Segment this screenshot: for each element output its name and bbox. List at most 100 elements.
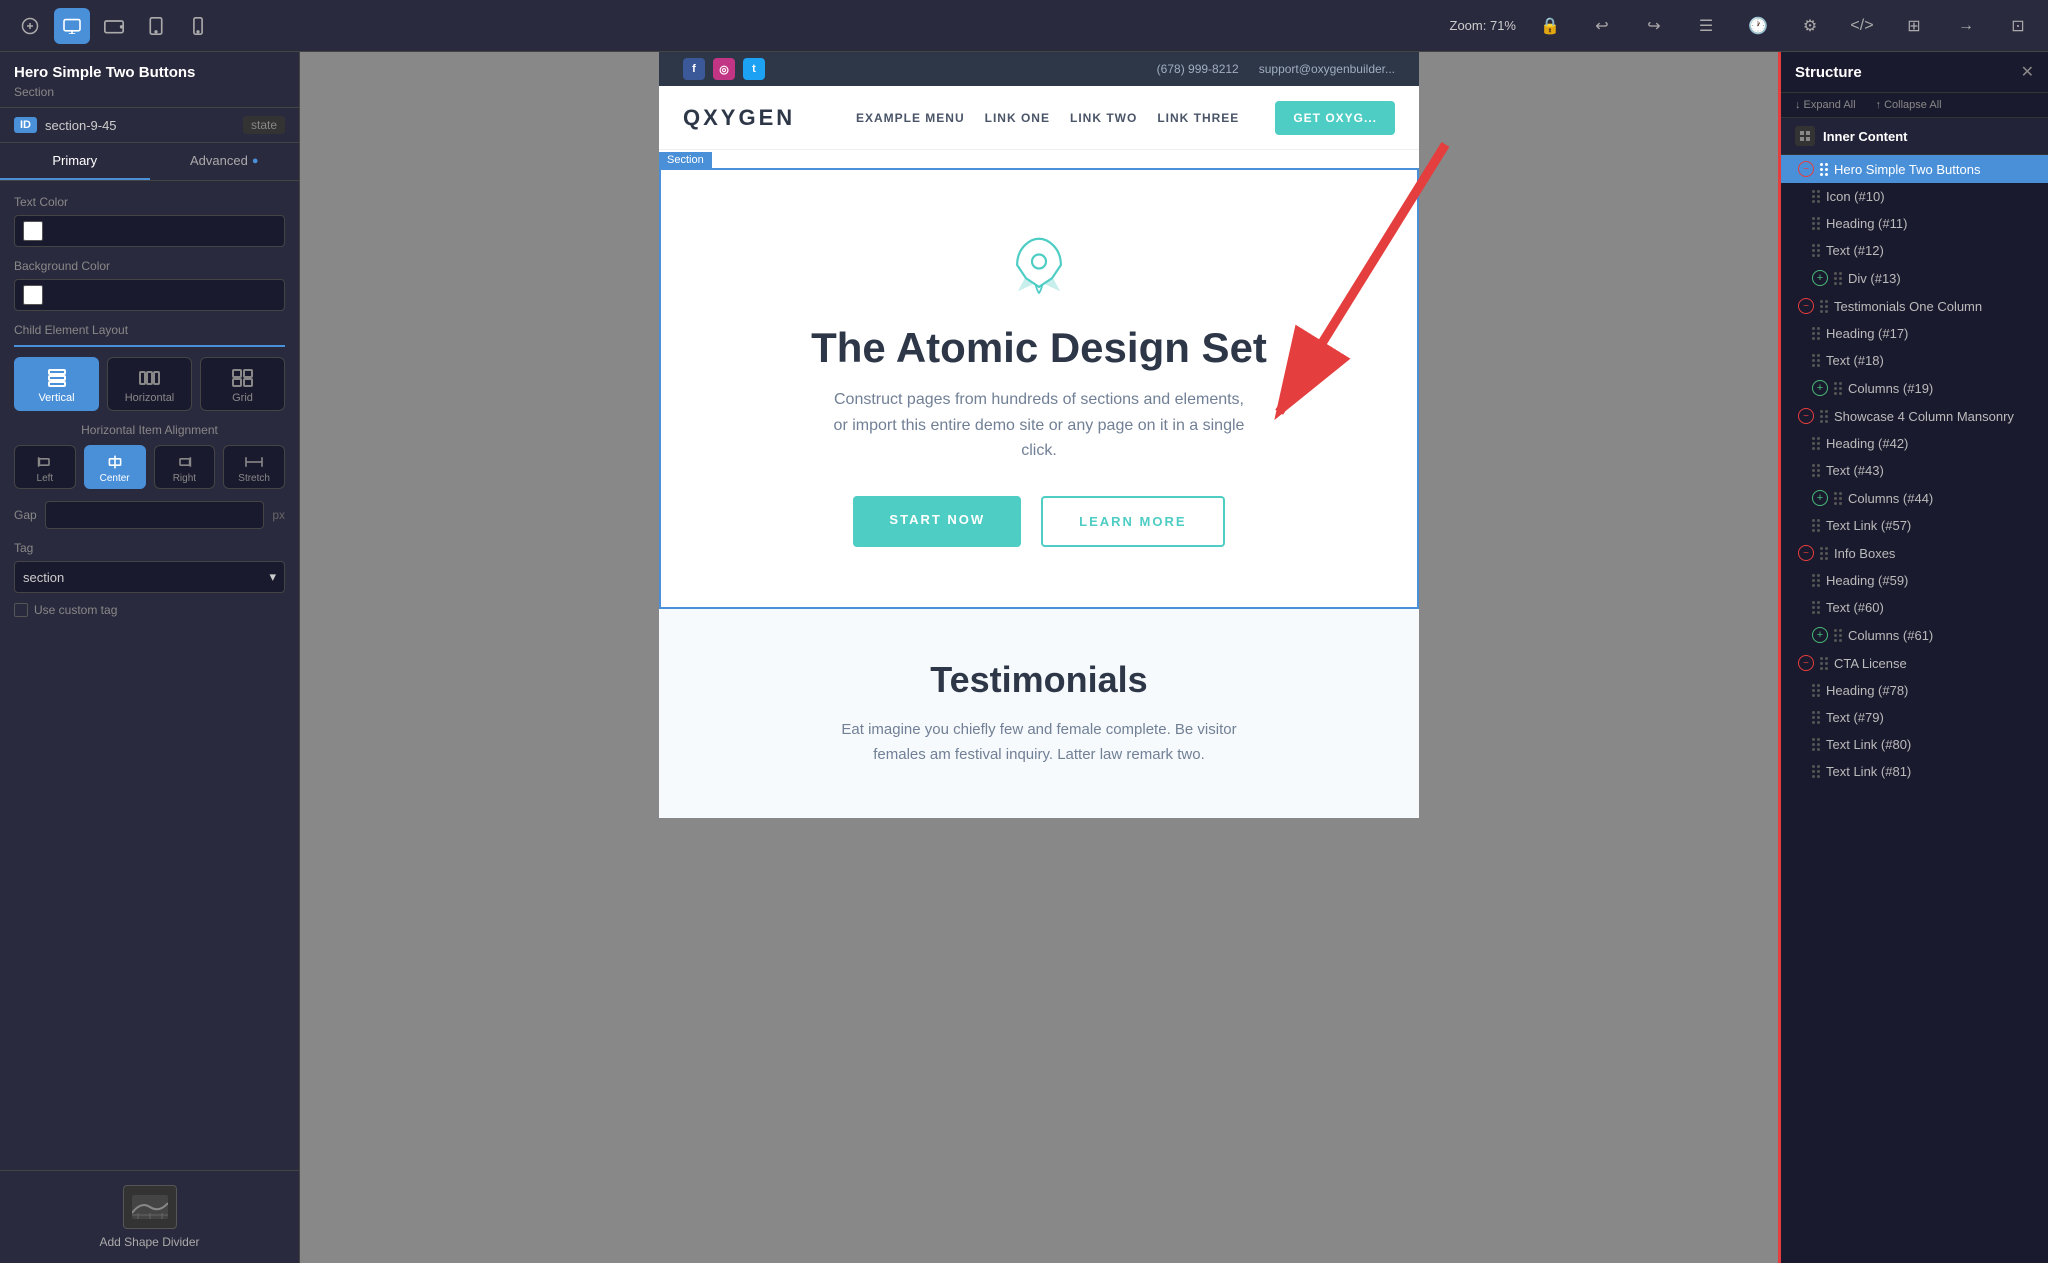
drag-handle-text60[interactable] — [1812, 601, 1820, 614]
drag-handle-heading17[interactable] — [1812, 327, 1820, 340]
tag-select[interactable]: section ▾ — [14, 561, 285, 593]
drag-handle-text18[interactable] — [1812, 354, 1820, 367]
gap-input[interactable] — [45, 501, 265, 529]
drag-handle-text12[interactable] — [1812, 244, 1820, 257]
drag-handle-columns44[interactable] — [1834, 492, 1842, 505]
structure-item-text12[interactable]: Text (#12) — [1781, 237, 2048, 264]
collapse-testimonials-button[interactable]: − — [1798, 298, 1814, 314]
bg-color-swatch[interactable] — [23, 285, 43, 305]
structure-close-button[interactable]: ✕ — [2021, 62, 2034, 82]
structure-item-columns61[interactable]: + Columns (#61) — [1781, 621, 2048, 649]
align-right-button[interactable]: Right — [154, 445, 216, 489]
nav-link-one[interactable]: LINK ONE — [985, 111, 1050, 125]
hero-primary-button[interactable]: START NOW — [853, 496, 1021, 547]
layout-vertical-button[interactable]: Vertical — [14, 357, 99, 411]
settings-button[interactable]: ⚙ — [1792, 8, 1828, 44]
drag-handle-text79[interactable] — [1812, 711, 1820, 724]
structure-item-text18[interactable]: Text (#18) — [1781, 347, 2048, 374]
undo-button[interactable]: ↩ — [1584, 8, 1620, 44]
structure-item-text43[interactable]: Text (#43) — [1781, 457, 2048, 484]
menu-button[interactable]: ☰ — [1688, 8, 1724, 44]
align-left-button[interactable]: Left — [14, 445, 76, 489]
structure-item-icon10[interactable]: Icon (#10) — [1781, 183, 2048, 210]
collapse-div13-button[interactable]: + — [1812, 270, 1828, 286]
structure-item-hero[interactable]: − Hero Simple Two Buttons — [1781, 155, 2048, 183]
facebook-icon[interactable]: f — [683, 58, 705, 80]
custom-tag-checkbox[interactable] — [14, 603, 28, 617]
structure-item-heading42[interactable]: Heading (#42) — [1781, 430, 2048, 457]
collapse-ctalicense-button[interactable]: − — [1798, 655, 1814, 671]
drag-handle-columns61[interactable] — [1834, 629, 1842, 642]
structure-item-textlink57[interactable]: Text Link (#57) — [1781, 512, 2048, 539]
text-color-input[interactable] — [14, 215, 285, 247]
structure-item-columns44[interactable]: + Columns (#44) — [1781, 484, 2048, 512]
collapse-infoboxes-button[interactable]: − — [1798, 545, 1814, 561]
drag-handle-heading42[interactable] — [1812, 437, 1820, 450]
nav-cta-button[interactable]: GET OXYG... — [1275, 101, 1395, 135]
tablet-landscape-button[interactable] — [96, 8, 132, 44]
collapse-columns19-button[interactable]: + — [1812, 380, 1828, 396]
drag-handle-hero[interactable] — [1820, 163, 1828, 176]
drag-handle-showcase[interactable] — [1820, 410, 1828, 423]
desktop-view-button[interactable] — [54, 8, 90, 44]
drag-handle-testimonials[interactable] — [1820, 300, 1828, 313]
drag-handle-infoboxes[interactable] — [1820, 547, 1828, 560]
history-button[interactable]: 🕐 — [1740, 8, 1776, 44]
hero-secondary-button[interactable]: LEARN MORE — [1041, 496, 1224, 547]
drag-handle-ctalicense[interactable] — [1820, 657, 1828, 670]
collapse-all-button[interactable]: ↑ Collapse All — [1876, 99, 1942, 111]
structure-item-infoboxes[interactable]: − Info Boxes — [1781, 539, 2048, 567]
collapse-hero-button[interactable]: − — [1798, 161, 1814, 177]
expand-all-button[interactable]: ↓ Expand All — [1795, 99, 1856, 111]
structure-item-showcase[interactable]: − Showcase 4 Column Mansonry — [1781, 402, 2048, 430]
structure-item-columns19[interactable]: + Columns (#19) — [1781, 374, 2048, 402]
collapse-columns44-button[interactable]: + — [1812, 490, 1828, 506]
drag-handle-heading59[interactable] — [1812, 574, 1820, 587]
drag-handle-textlink80[interactable] — [1812, 738, 1820, 751]
bg-color-input[interactable] — [14, 279, 285, 311]
add-shape-divider-button[interactable]: Add Shape Divider — [0, 1170, 299, 1263]
nav-link-two[interactable]: LINK TWO — [1070, 111, 1137, 125]
structure-item-heading59[interactable]: Heading (#59) — [1781, 567, 2048, 594]
text-color-swatch[interactable] — [23, 221, 43, 241]
drag-handle-div13[interactable] — [1834, 272, 1842, 285]
structure-item-textlink80[interactable]: Text Link (#80) — [1781, 731, 2048, 758]
tablet-button[interactable] — [138, 8, 174, 44]
layout-horizontal-button[interactable]: Horizontal — [107, 357, 192, 411]
grid-button[interactable]: ⊞ — [1896, 8, 1932, 44]
structure-item-testimonials[interactable]: − Testimonials One Column — [1781, 292, 2048, 320]
structure-item-text79[interactable]: Text (#79) — [1781, 704, 2048, 731]
drag-handle-heading78[interactable] — [1812, 684, 1820, 697]
collapse-columns61-button[interactable]: + — [1812, 627, 1828, 643]
structure-item-div13[interactable]: + Div (#13) — [1781, 264, 2048, 292]
collapse-showcase-button[interactable]: − — [1798, 408, 1814, 424]
drag-handle-heading11[interactable] — [1812, 217, 1820, 230]
structure-item-heading11[interactable]: Heading (#11) — [1781, 210, 2048, 237]
structure-item-text60[interactable]: Text (#60) — [1781, 594, 2048, 621]
state-badge[interactable]: state — [243, 116, 285, 134]
instagram-icon[interactable]: ◎ — [713, 58, 735, 80]
drag-handle-textlink81[interactable] — [1812, 765, 1820, 778]
align-stretch-button[interactable]: Stretch — [223, 445, 285, 489]
nav-link-example[interactable]: EXAMPLE MENU — [856, 111, 965, 125]
code-button[interactable]: </> — [1844, 8, 1880, 44]
arrow-button[interactable]: → — [1948, 8, 1984, 44]
twitter-icon[interactable]: t — [743, 58, 765, 80]
drag-handle-columns19[interactable] — [1834, 382, 1842, 395]
tab-advanced[interactable]: Advanced ● — [150, 143, 300, 180]
drag-handle-textlink57[interactable] — [1812, 519, 1820, 532]
add-element-button[interactable] — [12, 8, 48, 44]
structure-item-textlink81[interactable]: Text Link (#81) — [1781, 758, 2048, 785]
structure-item-ctalicense[interactable]: − CTA License — [1781, 649, 2048, 677]
align-center-button[interactable]: Center — [84, 445, 146, 489]
layout-grid-button[interactable]: Grid — [200, 357, 285, 411]
save-button[interactable]: ⊡ — [2000, 8, 2036, 44]
phone-button[interactable] — [180, 8, 216, 44]
structure-item-heading17[interactable]: Heading (#17) — [1781, 320, 2048, 347]
tab-primary[interactable]: Primary — [0, 143, 150, 180]
lock-button[interactable]: 🔒 — [1532, 8, 1568, 44]
drag-handle-icon10[interactable] — [1812, 190, 1820, 203]
id-value[interactable]: section-9-45 — [45, 118, 235, 133]
structure-item-heading78[interactable]: Heading (#78) — [1781, 677, 2048, 704]
nav-link-three[interactable]: LINK THREE — [1157, 111, 1239, 125]
